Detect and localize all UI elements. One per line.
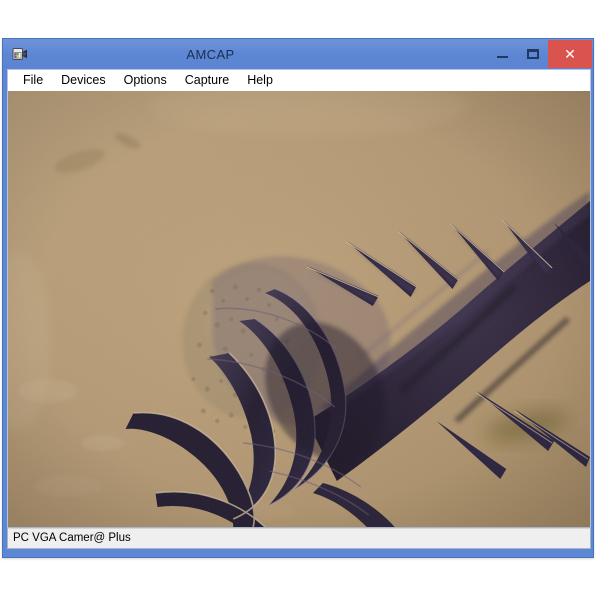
close-button[interactable]: ✕ [548, 40, 592, 68]
window-title: AMCAP [29, 47, 488, 62]
maximize-button[interactable] [518, 42, 547, 66]
status-device-label: PC VGA Camer@ Plus [8, 532, 131, 544]
camera-device-icon [11, 45, 29, 63]
menu-item-file[interactable]: File [14, 71, 52, 90]
menu-bar: File Devices Options Capture Help [7, 69, 591, 91]
minimize-button[interactable] [488, 42, 517, 66]
menu-item-capture[interactable]: Capture [176, 71, 238, 90]
microscope-live-image [8, 91, 590, 527]
video-preview-area[interactable] [7, 91, 591, 527]
close-icon: ✕ [548, 40, 592, 68]
title-bar[interactable]: AMCAP ✕ [3, 39, 593, 69]
maximize-icon [518, 42, 547, 66]
menu-item-options[interactable]: Options [115, 71, 176, 90]
minimize-icon [488, 42, 517, 66]
menu-item-devices[interactable]: Devices [52, 71, 114, 90]
menu-item-help[interactable]: Help [238, 71, 282, 90]
amcap-window: AMCAP ✕ File Devices Options Capture Hel… [2, 38, 594, 558]
status-bar-divider [8, 528, 590, 529]
status-bar: PC VGA Camer@ Plus [7, 527, 591, 549]
